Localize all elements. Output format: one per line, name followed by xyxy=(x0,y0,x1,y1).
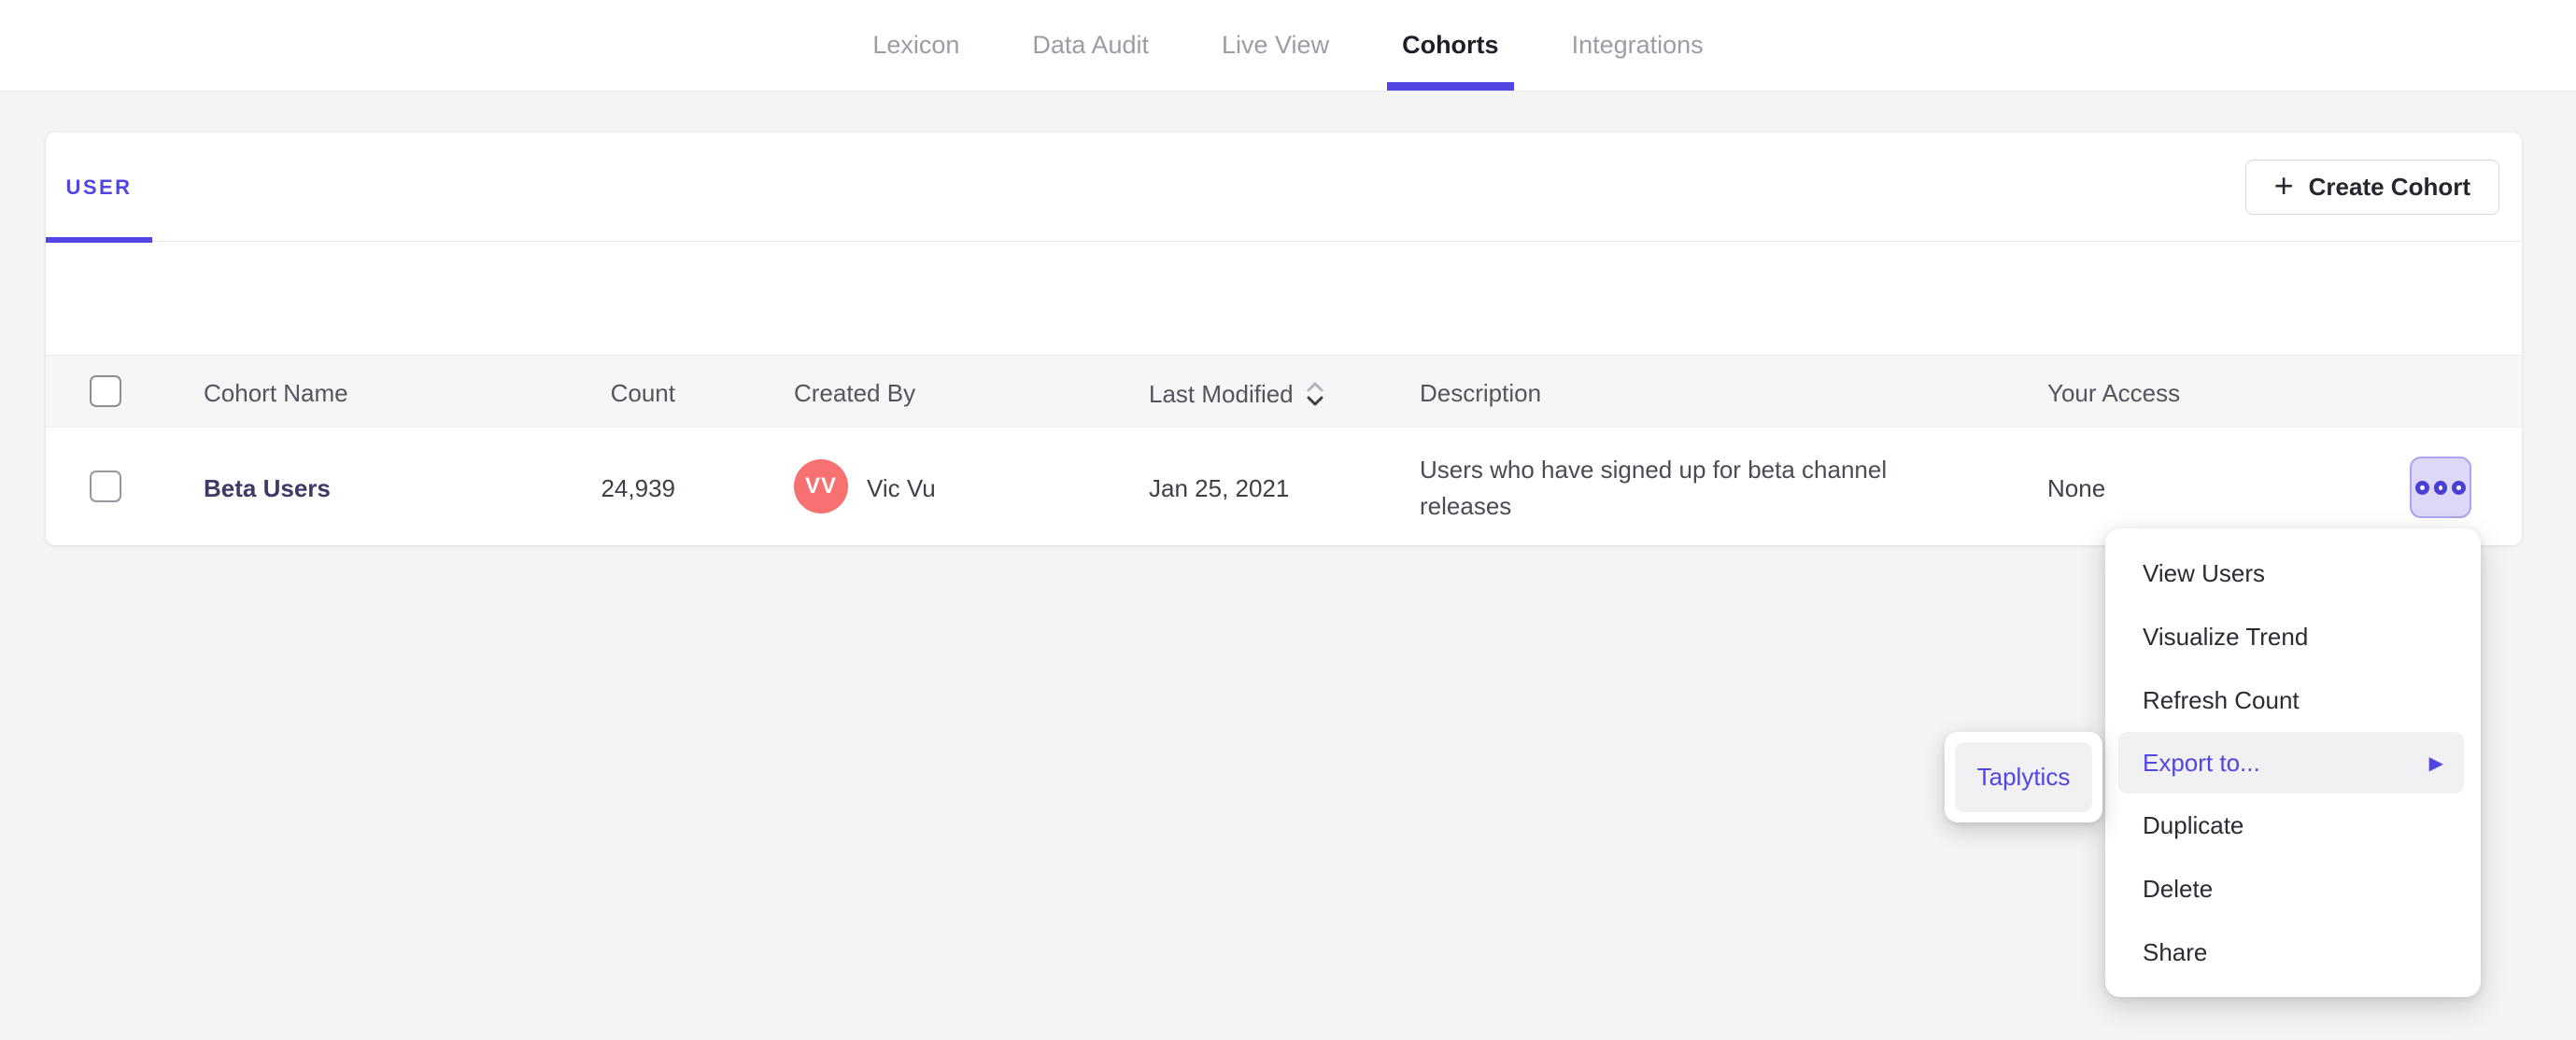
last-modified-label: Last Modified xyxy=(1149,379,1294,408)
export-submenu: Taplytics xyxy=(1945,732,2102,822)
sort-icon xyxy=(1307,382,1323,406)
tab-cohorts[interactable]: Cohorts xyxy=(1387,0,1514,91)
submenu-arrow-icon: ▶ xyxy=(2428,752,2443,774)
top-bar: Lexicon Data Audit Live View Cohorts Int… xyxy=(0,0,2576,91)
ellipsis-icon xyxy=(2415,480,2429,495)
your-access-value: None xyxy=(2047,474,2106,502)
row-actions-menu: View Users Visualize Trend Refresh Count… xyxy=(2105,528,2481,997)
column-header-your-access: Your Access xyxy=(2047,379,2181,407)
ellipsis-icon xyxy=(2452,480,2467,495)
create-cohort-button[interactable]: + Create Cohort xyxy=(2244,160,2499,215)
menu-item-export-to[interactable]: Export to... ▶ xyxy=(2118,732,2464,794)
row-checkbox[interactable] xyxy=(90,471,121,502)
cohorts-panel: USER + Create Cohort 1 Results Filter by… xyxy=(46,133,2522,545)
menu-item-delete[interactable]: Delete xyxy=(2105,857,2481,921)
ellipsis-icon xyxy=(2433,480,2448,495)
column-header-last-modified[interactable]: Last Modified xyxy=(1149,379,1325,409)
tab-integrations[interactable]: Integrations xyxy=(1572,0,1704,91)
menu-item-view-users[interactable]: View Users xyxy=(2105,541,2481,605)
filter-bar: 1 Results Filter by Created By Anyone ▼ … xyxy=(46,242,2522,443)
menu-item-refresh-count[interactable]: Refresh Count xyxy=(2105,668,2481,732)
top-navigation: Lexicon Data Audit Live View Cohorts Int… xyxy=(0,0,2576,91)
tab-user[interactable]: USER xyxy=(46,133,152,243)
column-header-created-by: Created By xyxy=(794,379,916,407)
column-header-count: Count xyxy=(610,379,675,407)
create-cohort-label: Create Cohort xyxy=(2308,173,2470,201)
row-actions-button[interactable] xyxy=(2410,457,2471,518)
select-all-checkbox[interactable] xyxy=(90,375,121,407)
menu-item-visualize-trend[interactable]: Visualize Trend xyxy=(2105,605,2481,668)
menu-item-duplicate[interactable]: Duplicate xyxy=(2105,794,2481,857)
last-modified-value: Jan 25, 2021 xyxy=(1149,474,1290,502)
menu-item-share[interactable]: Share xyxy=(2105,921,2481,984)
description-value: Users who have signed up for beta channe… xyxy=(1420,456,1888,520)
table-header: Cohort Name Count Created By Last Modifi… xyxy=(46,355,2522,428)
column-header-cohort-name: Cohort Name xyxy=(204,379,348,407)
avatar: VV xyxy=(794,459,848,513)
submenu-item-taplytics[interactable]: Taplytics xyxy=(1955,742,2092,812)
tab-data-audit[interactable]: Data Audit xyxy=(1032,0,1149,91)
cohort-name-link[interactable]: Beta Users xyxy=(204,474,331,503)
plus-icon: + xyxy=(2273,166,2294,204)
cohort-count: 24,939 xyxy=(601,474,675,502)
tab-live-view[interactable]: Live View xyxy=(1222,0,1329,91)
panel-tabs-row: USER + Create Cohort xyxy=(46,133,2522,243)
created-by-value: Vic Vu xyxy=(867,474,936,502)
tab-lexicon[interactable]: Lexicon xyxy=(872,0,959,91)
export-to-label: Export to... xyxy=(2143,748,2260,777)
column-header-description: Description xyxy=(1420,379,1542,407)
